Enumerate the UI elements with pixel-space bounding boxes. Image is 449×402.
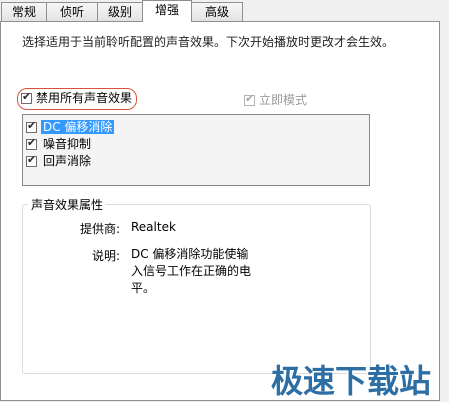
checkbox-box[interactable]: ✔ bbox=[26, 153, 37, 167]
checkmark-icon: ✔ bbox=[27, 136, 37, 149]
effects-list[interactable]: ✔ DC 偏移消除 ✔ 噪音抑制 ✔ 回声消除 bbox=[22, 114, 370, 186]
provider-value: Realtek bbox=[131, 220, 176, 234]
tab-advanced[interactable]: 高级 bbox=[191, 2, 243, 21]
immediate-mode-label: 立即模式 bbox=[259, 93, 308, 107]
effect-item-echo-cancellation[interactable]: ✔ 回声消除 bbox=[26, 153, 366, 170]
watermark-logo: 极速下载站 bbox=[271, 362, 432, 400]
tab-listen[interactable]: 侦听 bbox=[46, 2, 98, 21]
tab-general[interactable]: 常规 bbox=[1, 2, 47, 21]
checkmark-icon: ✔ bbox=[245, 92, 255, 105]
effect-item-dc-offset[interactable]: ✔ DC 偏移消除 bbox=[26, 119, 366, 136]
checkbox-box[interactable]: ✔ bbox=[21, 90, 32, 104]
description-label: 说明: bbox=[91, 249, 120, 263]
tab-enhancements[interactable]: 增强 bbox=[142, 0, 192, 22]
tab-bar: 常规 侦听 级别 增强 高级 bbox=[0, 0, 449, 22]
effect-properties-group: 声音效果属性 提供商: Realtek 说明: DC 偏移消除功能使输入信号工作… bbox=[22, 196, 371, 374]
description-value: DC 偏移消除功能使输入信号工作在正确的电平。 bbox=[131, 247, 252, 295]
checkmark-icon: ✔ bbox=[22, 90, 32, 103]
checkmark-icon: ✔ bbox=[27, 119, 37, 132]
disable-all-label: 禁用所有声音效果 bbox=[36, 91, 133, 105]
checkmark-icon: ✔ bbox=[27, 153, 37, 166]
checkbox-box[interactable]: ✔ bbox=[26, 136, 37, 150]
tab-levels[interactable]: 级别 bbox=[97, 2, 143, 21]
effect-label: DC 偏移消除 bbox=[41, 120, 115, 134]
checkbox-box[interactable]: ✔ bbox=[26, 119, 37, 133]
checkbox-box: ✔ bbox=[244, 92, 255, 106]
immediate-mode-checkbox: ✔ 立即模式 bbox=[244, 91, 307, 108]
effect-item-noise-suppression[interactable]: ✔ 噪音抑制 bbox=[26, 136, 366, 153]
disable-all-checkbox[interactable]: ✔ 禁用所有声音效果 bbox=[17, 88, 138, 110]
description-text: 选择适用于当前聆听配置的声音效果。下次开始播放时更改才会生效。 bbox=[22, 35, 395, 49]
effect-label: 噪音抑制 bbox=[43, 137, 92, 151]
provider-label: 提供商: bbox=[79, 222, 120, 236]
group-title: 声音效果属性 bbox=[28, 196, 107, 213]
effect-label: 回声消除 bbox=[43, 154, 92, 168]
